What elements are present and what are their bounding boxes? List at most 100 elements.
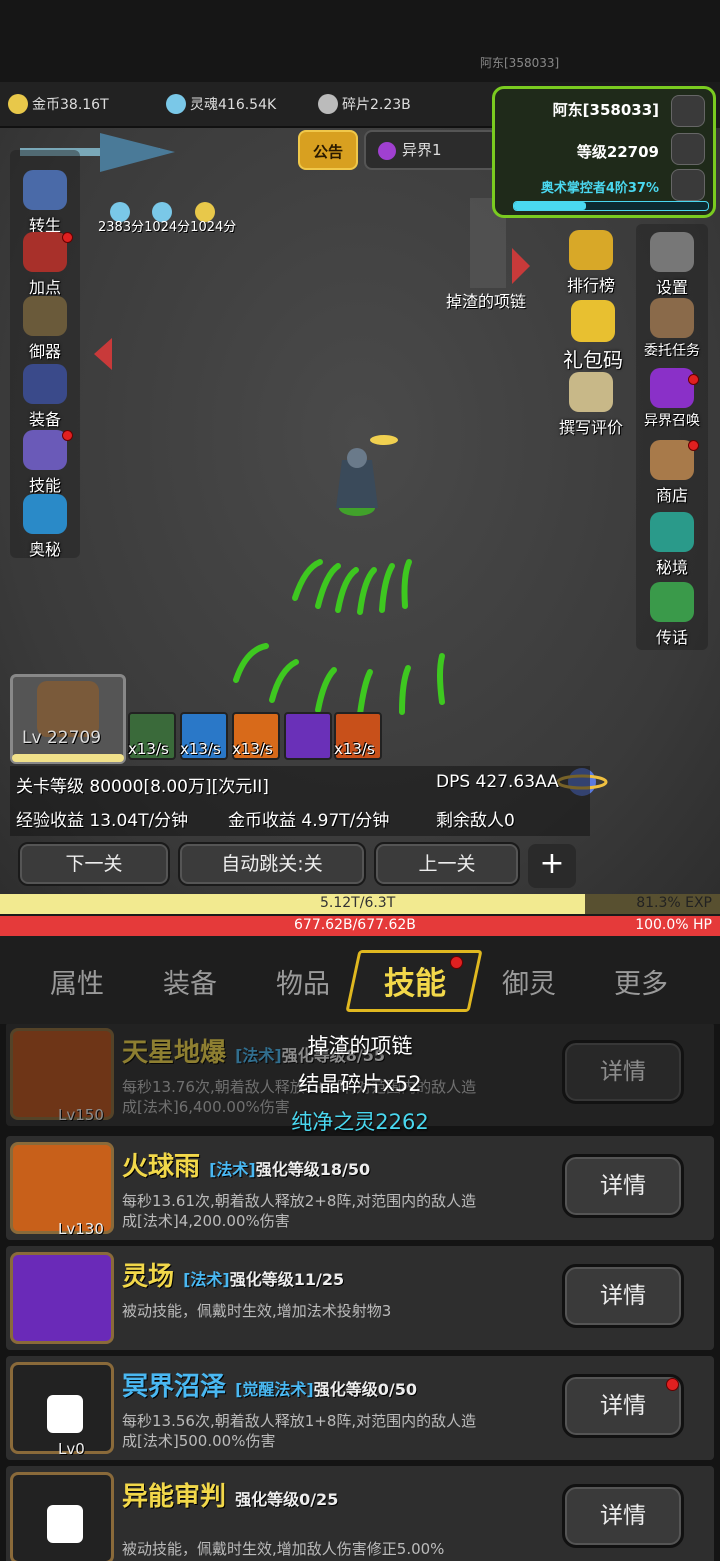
skill-card: 灵场 [法术]强化等级11/25 被动技能，佩戴时生效,增加法术投射物3 详情 [6,1246,714,1350]
skill-rate: x13/s [334,740,375,758]
summon-portal-icon [650,368,694,408]
swirl-icon[interactable] [671,169,705,201]
menu-add-points[interactable]: 加点 [14,232,76,298]
menu-broadcast[interactable]: 传话 [640,582,704,648]
gear-icon [650,232,694,272]
skill-name: 异能审判 强化等级0/25 [122,1482,339,1512]
skill-name: 灵场 [法术]强化等级11/25 [122,1262,345,1292]
buff-timers: 2383分1024分1024分 [98,220,237,235]
menu-shop[interactable]: 商店 [640,440,704,506]
notification-dot [62,430,73,441]
announcement-button[interactable]: 公告 [298,130,358,170]
hp-percent: 100.0% HP [635,917,712,933]
tab-equipment[interactable]: 装备 [163,962,217,1001]
menu-realm-summon[interactable]: 异界召唤 [636,368,708,430]
menu-commission[interactable]: 委托任务 [636,298,708,360]
tab-attributes[interactable]: 属性 [50,962,104,1001]
tab-more[interactable]: 更多 [614,962,668,1001]
trophy-icon [569,230,613,270]
menu-secret-realm[interactable]: 秘境 [640,512,704,578]
skill-desc: 成[法术]500.00%伤害 [122,1432,276,1450]
skill-card: Lv130 火球雨 [法术]强化等级18/50 每秒13.61次,朝着敌人释放2… [6,1136,714,1240]
enemy-swarm [233,559,445,717]
hero-portrait[interactable] [10,674,126,764]
next-stage-button[interactable]: 下一关 [18,842,170,886]
soul-value: 灵魂416.54K [190,97,277,113]
menu-skills[interactable]: 技能 [14,430,76,496]
lock-icon [47,1395,83,1433]
menu-gift-code[interactable]: 礼包码 [556,300,630,373]
soul-resource: 灵魂416.54K [166,94,276,114]
detail-button[interactable]: 详情 [562,1264,684,1328]
skill-rate: x13/s [180,740,221,758]
gold-value: 金币38.16T [32,97,109,113]
auto-skip-toggle[interactable]: 自动跳关:关 [178,842,366,886]
skill-level: Lv150 [58,1106,104,1124]
popup-reward: 纯净之灵2262 [291,1110,429,1134]
quest-icon [650,298,694,338]
rebirth-icon [23,170,67,210]
lock-icon [47,1505,83,1543]
top-bar [0,0,720,82]
prev-stage-button[interactable]: 上一关 [374,842,520,886]
player-tag: 阿东[358033] [480,56,560,70]
gold-income: 金币收益 4.97T/分钟 [228,811,390,831]
exp-fill [0,894,586,914]
hp-text: 677.62B/677.62B [294,917,416,933]
notification-dot [688,440,699,451]
notification-dot [450,956,463,969]
locked-skill-icon [10,1472,114,1561]
sword-icon [23,296,67,336]
popup-item: 掉渣的项链 [307,1034,413,1058]
skill-slot-4[interactable] [284,712,332,760]
tab-skills[interactable]: 技能 [384,958,446,1003]
vortex-icon [23,494,67,534]
profile-level: 等级22709 [576,143,659,161]
menu-settings[interactable]: 设置 [640,232,704,298]
skill-card: Lv0 冥界沼泽 [觉醒法术]强化等级0/50 每秒13.56次,朝着敌人释放1… [6,1356,714,1460]
menu-mystery[interactable]: 奥秘 [14,494,76,560]
menu-rebirth[interactable]: 转生 [14,170,76,236]
tab-spirits[interactable]: 御灵 [502,962,556,1001]
popup-reward: 结晶碎片x52 [298,1072,422,1096]
notification-dot [62,232,73,243]
menu-equipment[interactable]: 装备 [14,364,76,430]
chest-icon [571,300,615,342]
chevron-left-icon [94,338,112,370]
profile-rank: 奥术掌控者4阶37% [540,181,659,196]
realm-button[interactable]: 异界1 [364,130,498,170]
realm-label: 异界1 [402,141,442,159]
rank-progress-bar [513,201,709,211]
skill-rate: x13/s [128,740,169,758]
armor-icon [23,364,67,404]
exp-text: 5.12T/6.3T [320,895,396,911]
loot-popup: 掉渣的项链 结晶碎片x52 纯净之灵2262 [260,1030,460,1140]
loot-label: 掉渣的项链 [446,292,527,311]
signal-icon[interactable] [671,95,705,127]
exp-percent: 81.3% EXP [636,895,712,911]
detail-button[interactable]: 详情 [562,1484,684,1548]
shard-icon [318,94,338,114]
crown-icon[interactable] [671,133,705,165]
soul-icon [166,94,186,114]
skill-level: Lv0 [58,1440,85,1458]
detail-button[interactable]: 详情 [562,1040,684,1104]
tab-items[interactable]: 物品 [276,962,330,1001]
skill-card: 异能审判 强化等级0/25 被动技能，佩戴时生效,增加敌人伤害修正5.00% 详… [6,1466,714,1561]
expand-plus-button[interactable]: + [528,844,576,888]
spirit-field-skill-icon [10,1252,114,1344]
shard-value: 碎片2.23B [342,97,411,113]
meat-icon [23,232,67,272]
skill-desc: 每秒13.61次,朝着敌人释放2+8阵,对范围内的敌人造 [122,1192,477,1210]
detail-button[interactable]: 详情 [562,1154,684,1218]
skill-rate: x13/s [232,740,273,758]
menu-artifact[interactable]: 御器 [14,296,76,362]
dps-value: DPS 427.63AA [436,772,559,792]
hero-exp-bar [12,754,124,762]
skill-name: 火球雨 [法术]强化等级18/50 [122,1152,371,1182]
menu-leaderboard[interactable]: 排行榜 [556,230,626,296]
profile-card[interactable]: 阿东[358033] 等级22709 奥术掌控者4阶37% [492,86,716,218]
coin-icon [8,94,28,114]
menu-write-review[interactable]: 撰写评价 [556,372,626,438]
hero-level: Lv 22709 [22,728,102,748]
